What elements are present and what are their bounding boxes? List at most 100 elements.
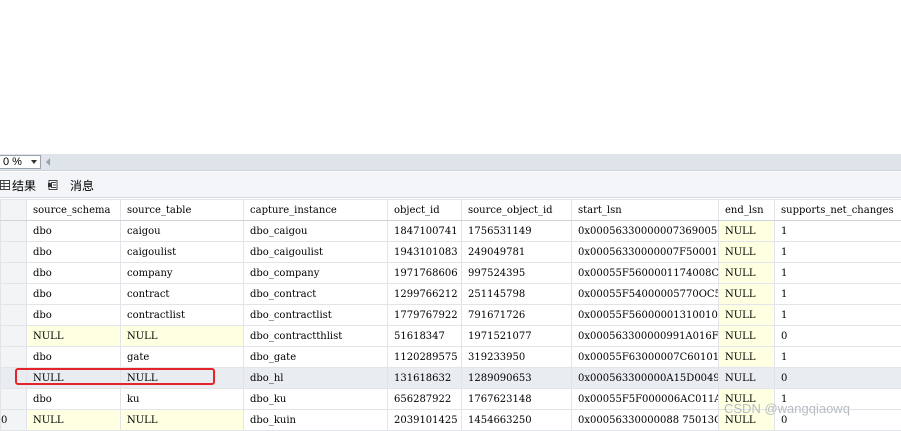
table-row[interactable]: dbocaigoudbo_caigou184710074117565311490…: [1, 221, 901, 242]
cell-capture-instance[interactable]: dbo_contractthlist: [244, 326, 388, 347]
cell-start-lsn[interactable]: 0x000563300000073690050: [572, 221, 719, 242]
column-header[interactable]: end_lsn: [719, 200, 775, 221]
cell-capture-instance[interactable]: dbo_caigoulist: [244, 242, 388, 263]
cell-source-schema[interactable]: NULL: [27, 410, 121, 431]
cell-object-id[interactable]: 1120289575: [388, 347, 462, 368]
cell-capture-instance[interactable]: dbo_hl: [244, 368, 388, 389]
cell-start-lsn[interactable]: 0x00055F5F000006AC011A: [572, 389, 719, 410]
cell-end-lsn[interactable]: NULL: [719, 284, 775, 305]
cell-start-lsn[interactable]: 0x00056330000007F500016: [572, 242, 719, 263]
cell-source-object-id[interactable]: 319233950: [462, 347, 572, 368]
cell-source-table[interactable]: ku: [121, 389, 244, 410]
cell-source-object-id[interactable]: 251145798: [462, 284, 572, 305]
table-row[interactable]: dbocompanydbo_company1971768606997524395…: [1, 263, 901, 284]
cell-source-object-id[interactable]: 997524395: [462, 263, 572, 284]
column-header[interactable]: start_lsn: [572, 200, 719, 221]
column-header[interactable]: source_schema: [27, 200, 121, 221]
row-number[interactable]: 0: [1, 410, 27, 431]
cell-supports-net-changes[interactable]: 1: [775, 284, 901, 305]
table-row[interactable]: dbocontractdbo_contract12997662122511457…: [1, 284, 901, 305]
cell-source-schema[interactable]: dbo: [27, 347, 121, 368]
row-number[interactable]: [1, 242, 27, 263]
scroll-left-arrow-icon[interactable]: [46, 158, 50, 166]
cell-supports-net-changes[interactable]: 1: [775, 347, 901, 368]
column-header[interactable]: source_table: [121, 200, 244, 221]
cell-source-object-id[interactable]: 1289090653: [462, 368, 572, 389]
cell-supports-net-changes[interactable]: 1: [775, 263, 901, 284]
cell-supports-net-changes[interactable]: 1: [775, 305, 901, 326]
table-row[interactable]: dbogatedbo_gate11202895753192339500x0005…: [1, 347, 901, 368]
cell-end-lsn[interactable]: NULL: [719, 305, 775, 326]
cell-start-lsn[interactable]: 0x00055F56000001310010: [572, 305, 719, 326]
column-header[interactable]: supports_net_changes: [775, 200, 901, 221]
cell-source-schema[interactable]: NULL: [27, 326, 121, 347]
cell-object-id[interactable]: 1299766212: [388, 284, 462, 305]
cell-object-id[interactable]: 2039101425: [388, 410, 462, 431]
cell-capture-instance[interactable]: dbo_company: [244, 263, 388, 284]
row-number[interactable]: [1, 284, 27, 305]
table-row[interactable]: dbocontractlistdbo_contractlist177976792…: [1, 305, 901, 326]
cell-source-object-id[interactable]: 249049781: [462, 242, 572, 263]
cell-object-id[interactable]: 131618632: [388, 368, 462, 389]
cell-source-table[interactable]: caigoulist: [121, 242, 244, 263]
zoom-select[interactable]: 0 %: [0, 155, 41, 169]
horizontal-scrollbar[interactable]: [56, 157, 901, 168]
cell-object-id[interactable]: 1779767922: [388, 305, 462, 326]
cell-source-object-id[interactable]: 1454663250: [462, 410, 572, 431]
cell-capture-instance[interactable]: dbo_ku: [244, 389, 388, 410]
row-number[interactable]: [1, 347, 27, 368]
cell-start-lsn[interactable]: 0x00055F54000005770OC5: [572, 284, 719, 305]
cell-end-lsn[interactable]: NULL: [719, 263, 775, 284]
cell-start-lsn[interactable]: 0x00055F63000007C60101: [572, 347, 719, 368]
cell-source-schema[interactable]: dbo: [27, 242, 121, 263]
cell-source-table[interactable]: company: [121, 263, 244, 284]
cell-source-table[interactable]: gate: [121, 347, 244, 368]
cell-supports-net-changes[interactable]: 0: [775, 326, 901, 347]
cell-supports-net-changes[interactable]: 1: [775, 242, 901, 263]
cell-object-id[interactable]: 51618347: [388, 326, 462, 347]
column-header[interactable]: capture_instance: [244, 200, 388, 221]
cell-object-id[interactable]: 1943101083: [388, 242, 462, 263]
cell-source-schema[interactable]: dbo: [27, 305, 121, 326]
cell-supports-net-changes[interactable]: 0: [775, 368, 901, 389]
column-header[interactable]: source_object_id: [462, 200, 572, 221]
cell-capture-instance[interactable]: dbo_contract: [244, 284, 388, 305]
cell-capture-instance[interactable]: dbo_caigou: [244, 221, 388, 242]
cell-end-lsn[interactable]: NULL: [719, 368, 775, 389]
cell-object-id[interactable]: 1847100741: [388, 221, 462, 242]
cell-start-lsn[interactable]: 0x00056330000088 75013C: [572, 410, 719, 431]
cell-object-id[interactable]: 656287922: [388, 389, 462, 410]
cell-source-schema[interactable]: dbo: [27, 263, 121, 284]
cell-supports-net-changes[interactable]: 1: [775, 221, 901, 242]
cell-start-lsn[interactable]: 0x00055F5600001174008C: [572, 263, 719, 284]
cell-start-lsn[interactable]: 0x000563300000A15D0049: [572, 368, 719, 389]
cell-source-schema[interactable]: dbo: [27, 221, 121, 242]
cell-end-lsn[interactable]: NULL: [719, 326, 775, 347]
row-number[interactable]: [1, 305, 27, 326]
row-number[interactable]: [1, 389, 27, 410]
row-header-corner[interactable]: [1, 200, 27, 221]
cell-end-lsn[interactable]: NULL: [719, 221, 775, 242]
cell-source-schema[interactable]: dbo: [27, 389, 121, 410]
cell-end-lsn[interactable]: NULL: [719, 242, 775, 263]
cell-capture-instance[interactable]: dbo_gate: [244, 347, 388, 368]
cell-source-table[interactable]: contract: [121, 284, 244, 305]
cell-source-object-id[interactable]: 1767623148: [462, 389, 572, 410]
cell-capture-instance[interactable]: dbo_kuin: [244, 410, 388, 431]
column-header[interactable]: object_id: [388, 200, 462, 221]
cell-capture-instance[interactable]: dbo_contractlist: [244, 305, 388, 326]
cell-source-table[interactable]: contractlist: [121, 305, 244, 326]
row-number[interactable]: [1, 263, 27, 284]
cell-object-id[interactable]: 1971768606: [388, 263, 462, 284]
cell-source-object-id[interactable]: 1971521077: [462, 326, 572, 347]
cell-source-table[interactable]: NULL: [121, 326, 244, 347]
cell-source-table[interactable]: NULL: [121, 410, 244, 431]
cell-source-object-id[interactable]: 791671726: [462, 305, 572, 326]
cell-start-lsn[interactable]: 0x000563300000991A016F: [572, 326, 719, 347]
row-number[interactable]: [1, 326, 27, 347]
cell-end-lsn[interactable]: NULL: [719, 347, 775, 368]
table-row[interactable]: dbocaigoulistdbo_caigoulist1943101083249…: [1, 242, 901, 263]
row-number[interactable]: [1, 221, 27, 242]
cell-source-object-id[interactable]: 1756531149: [462, 221, 572, 242]
cell-source-table[interactable]: caigou: [121, 221, 244, 242]
